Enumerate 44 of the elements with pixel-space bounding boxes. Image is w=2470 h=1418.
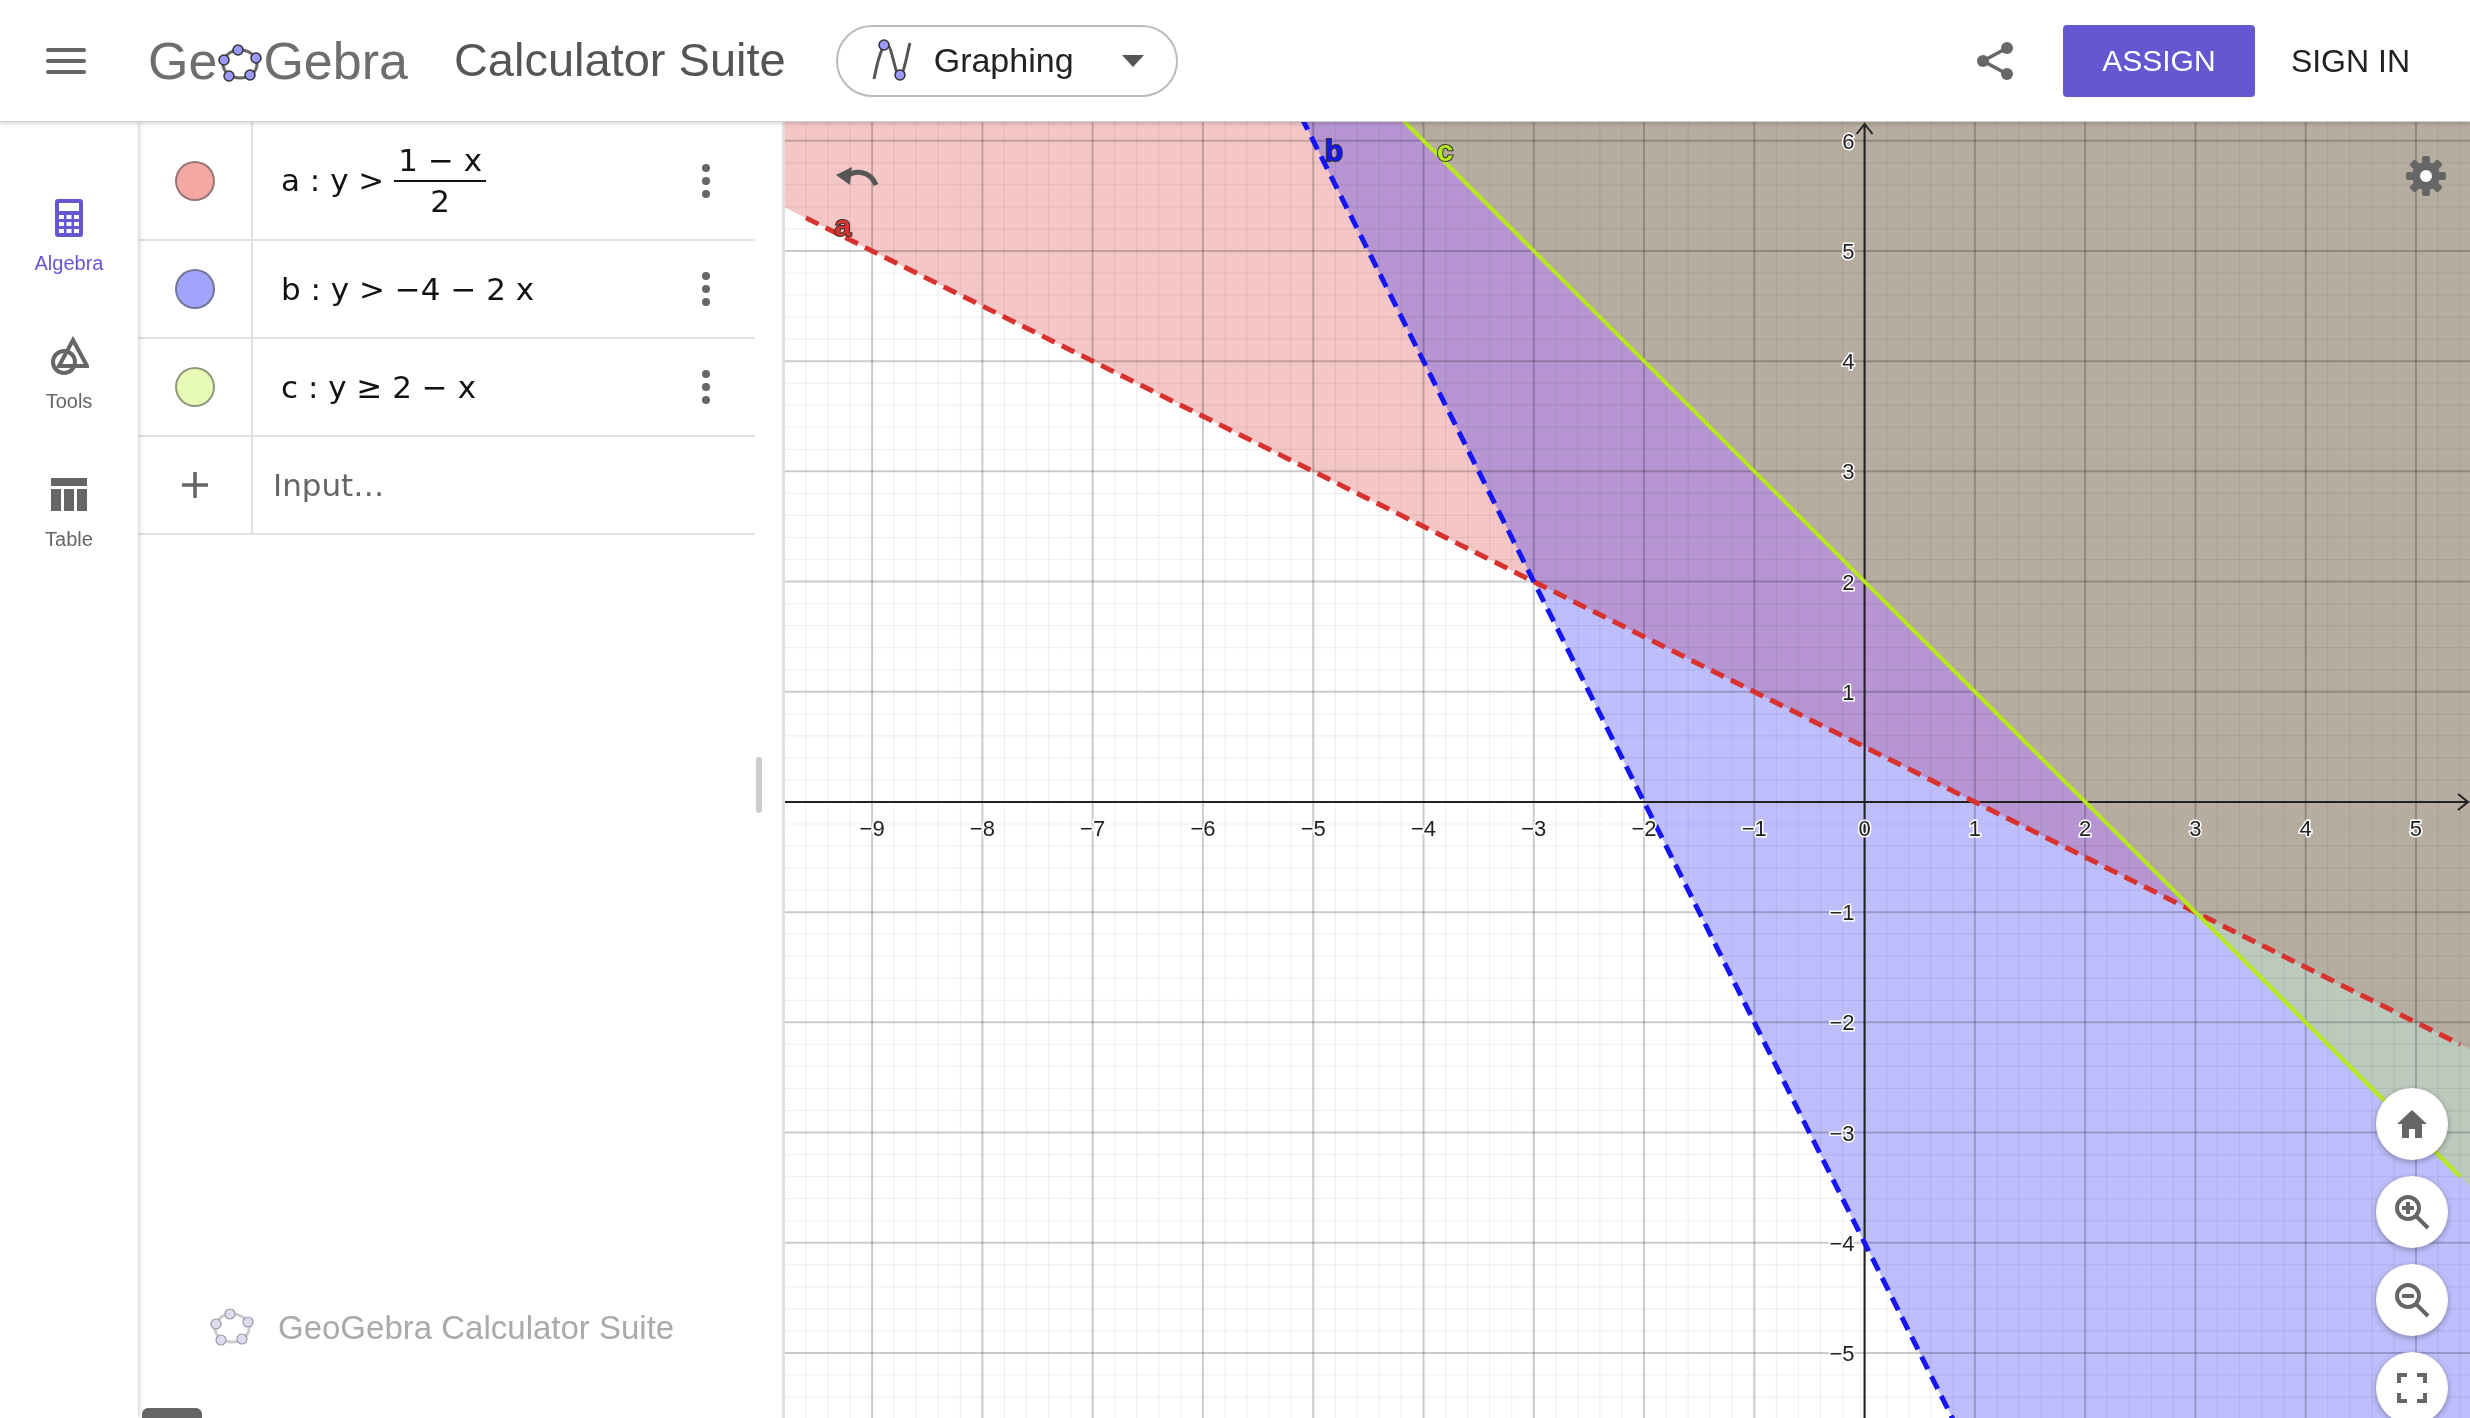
tick-label: 6 — [1842, 128, 1855, 154]
denominator: 2 — [430, 181, 451, 221]
tick-label: 5 — [2409, 815, 2423, 841]
sidebar-tab[interactable]: Tools — [9, 336, 129, 416]
footer-text: GeoGebra Calculator Suite — [278, 1307, 675, 1348]
equation-text: c : y ≥ 2 − x — [281, 367, 476, 407]
tick-label: −8 — [969, 815, 995, 841]
tick-label: −2 — [1631, 815, 1657, 841]
tick-label: −9 — [859, 815, 885, 841]
tick-label: −4 — [1829, 1230, 1855, 1256]
tick-label: 2 — [2079, 815, 2092, 841]
logo-text: Gebra — [263, 34, 408, 87]
tick-label: 1 — [1968, 815, 1981, 841]
tick-label: −6 — [1190, 815, 1216, 841]
line-label: c — [1436, 133, 1454, 167]
input-field[interactable]: Input… — [253, 437, 755, 533]
sidebar-tab[interactable]: Algebra — [9, 198, 129, 278]
logo-text: Ge — [148, 34, 218, 87]
tick-label: 4 — [1842, 349, 1855, 375]
tick-label: −3 — [1521, 815, 1547, 841]
tick-label: −2 — [1829, 1010, 1855, 1036]
tick-label: −7 — [1080, 815, 1106, 841]
tick-label: 1 — [1842, 679, 1855, 705]
tick-label: −1 — [1741, 815, 1767, 841]
tick-label: 2 — [1842, 569, 1855, 595]
equation-text: b : y > −4 − 2 x — [281, 269, 535, 309]
tick-label: 4 — [2299, 815, 2312, 841]
app-title: Calculator Suite — [453, 32, 786, 89]
tick-label: 5 — [1842, 238, 1855, 264]
line-label: a — [834, 209, 852, 243]
sign-in-button[interactable]: SIGN IN — [2290, 36, 2410, 85]
tick-label: −4 — [1410, 815, 1437, 841]
tick-label: −5 — [1829, 1341, 1855, 1366]
tick-label: 3 — [2189, 815, 2202, 841]
equation-text: a : y > — [281, 161, 385, 201]
line-label: b — [1324, 133, 1344, 167]
numerator: 1 − x — [394, 140, 487, 182]
tick-label: −5 — [1300, 815, 1326, 841]
assign-button[interactable]: ASSIGN — [2062, 24, 2255, 97]
app-picker-dropdown[interactable]: Graphing — [835, 24, 1178, 97]
tick-label: −1 — [1829, 900, 1855, 926]
tick-label: 3 — [1842, 459, 1855, 485]
tick-label: −3 — [1829, 1120, 1855, 1146]
sidebar-tab[interactable]: Table — [9, 474, 129, 554]
